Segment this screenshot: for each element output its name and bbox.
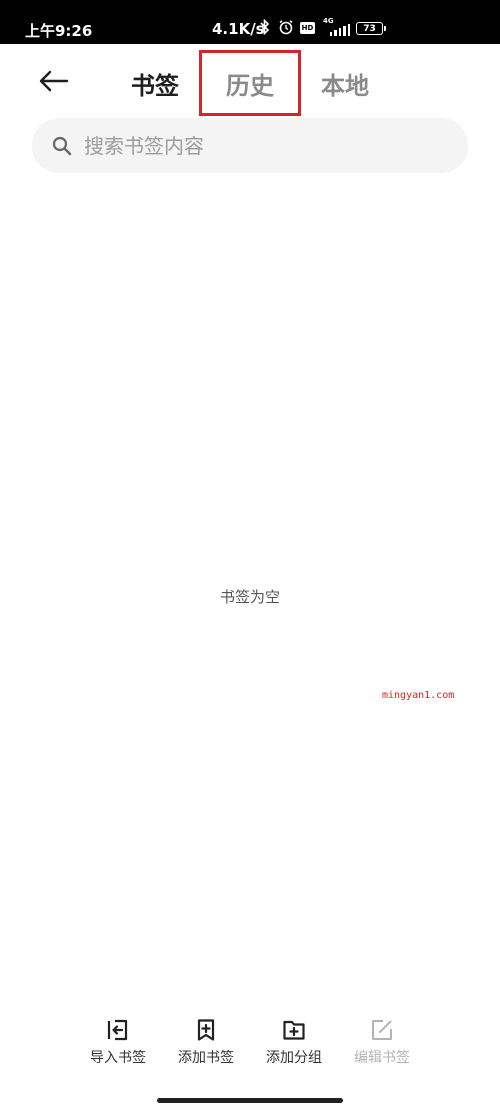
import-icon xyxy=(107,1019,128,1041)
tab-local[interactable]: 本地 xyxy=(321,66,369,101)
import-bookmarks-button[interactable]: 导入书签 xyxy=(78,1018,158,1067)
bluetooth-icon xyxy=(260,19,270,35)
status-time: 上午9:26 xyxy=(25,22,93,40)
add-bookmark-label: 添加书签 xyxy=(178,1050,234,1066)
hd-badge: HD xyxy=(300,22,315,34)
status-bar: 上午9:26 4.1K/s HD 4G 73 xyxy=(0,0,500,44)
add-bookmark-button[interactable]: 添加书签 xyxy=(166,1018,246,1067)
edit-bookmarks-label: 编辑书签 xyxy=(354,1050,410,1066)
search-icon xyxy=(52,136,72,156)
tab-bookmarks[interactable]: 书签 xyxy=(131,66,179,101)
battery-level: 73 xyxy=(363,23,376,34)
add-group-button[interactable]: 添加分组 xyxy=(254,1018,334,1067)
add-group-label: 添加分组 xyxy=(266,1050,322,1066)
signal-icon xyxy=(330,23,351,36)
edit-icon xyxy=(372,1020,392,1040)
back-button[interactable] xyxy=(36,64,72,98)
tab-history[interactable]: 历史 xyxy=(226,66,274,101)
home-indicator[interactable] xyxy=(157,1098,343,1103)
search-bar[interactable] xyxy=(32,118,468,173)
add-bookmark-icon xyxy=(197,1019,215,1041)
back-arrow-icon xyxy=(39,70,69,92)
empty-message: 书签为空 xyxy=(219,588,280,606)
add-folder-icon xyxy=(283,1020,305,1040)
network-speed: 4.1K/s xyxy=(212,20,265,38)
import-bookmarks-label: 导入书签 xyxy=(90,1050,146,1066)
edit-bookmarks-button[interactable]: 编辑书签 xyxy=(342,1018,422,1067)
battery-icon: 73 xyxy=(356,22,386,35)
search-input[interactable] xyxy=(84,118,444,173)
alarm-icon xyxy=(278,19,294,35)
watermark: mingyan1.com xyxy=(382,690,455,701)
